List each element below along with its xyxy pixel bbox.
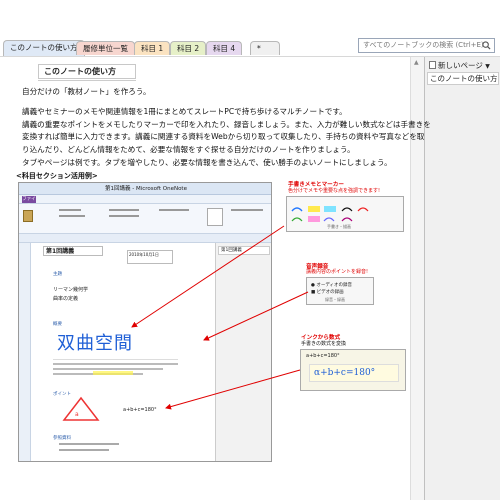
annotation-arrows [131, 225, 309, 410]
arrow-line [131, 225, 285, 328]
arrow-line [165, 369, 301, 410]
arrow-line [203, 291, 309, 341]
